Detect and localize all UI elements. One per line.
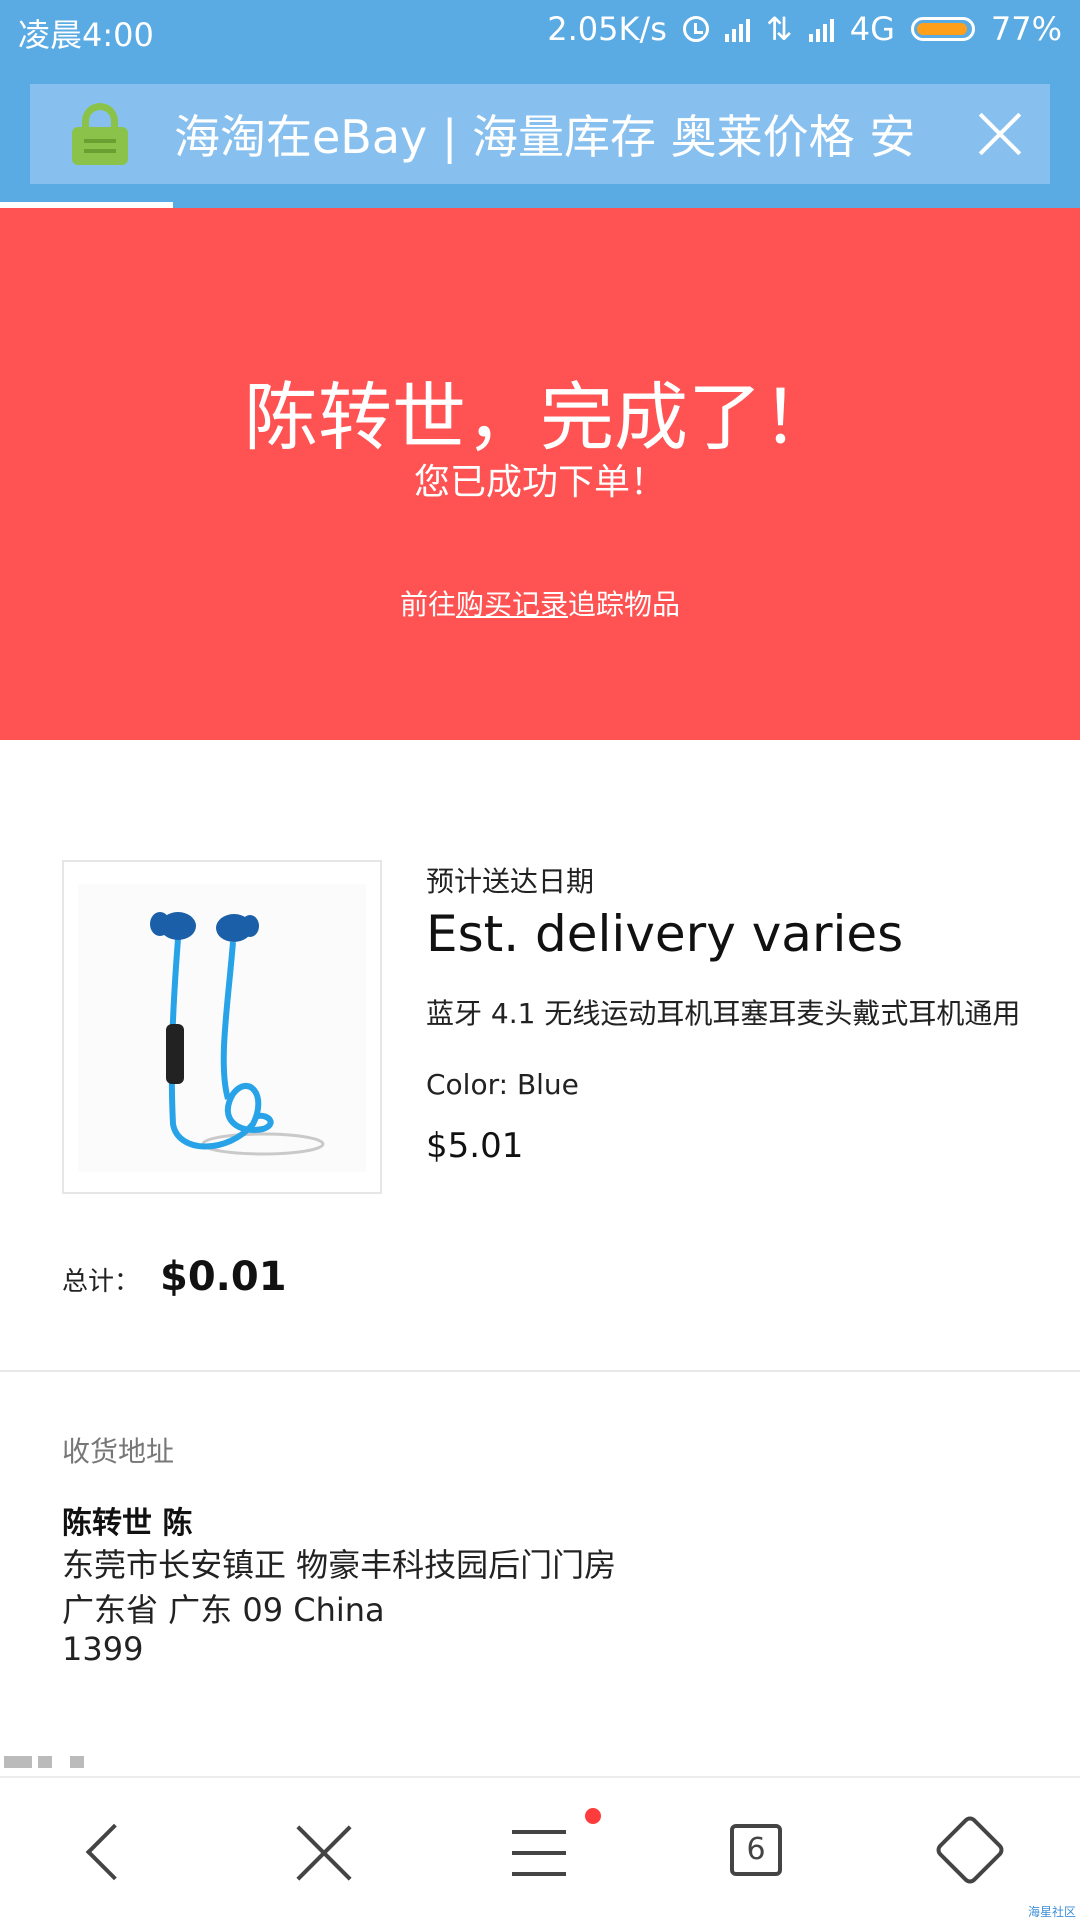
address-line-2: 广东省 广东 09 China xyxy=(62,1591,385,1629)
delivery-date-value: Est. delivery varies xyxy=(426,905,904,963)
purchase-history-link[interactable]: 购买记录 xyxy=(456,588,568,621)
tabs-icon: 6 xyxy=(730,1824,782,1876)
back-icon[interactable] xyxy=(62,1808,152,1898)
alarm-icon xyxy=(682,16,709,42)
delivery-date-label: 预计送达日期 xyxy=(426,865,595,898)
track-suffix: 追踪物品 xyxy=(568,588,681,621)
close-icon[interactable] xyxy=(976,110,1024,158)
status-indicators: 2.05K/s ⇅ 4G 77% xyxy=(547,10,1062,48)
track-prefix: 前往 xyxy=(399,588,456,621)
phone-number: 1399 xyxy=(62,1630,144,1668)
item-color: Color: Blue xyxy=(426,1068,579,1101)
shipping-address-heading: 收货地址 xyxy=(62,1435,175,1468)
tabs-button[interactable]: 6 xyxy=(712,1808,802,1898)
recipient-name: 陈转世 陈 xyxy=(62,1506,193,1541)
battery-percent: 77% xyxy=(990,10,1062,48)
network-type: 4G xyxy=(849,10,895,48)
confirmation-title: 陈转世，完成了！ xyxy=(244,375,836,461)
order-total: 总计： $0.01 xyxy=(62,1254,287,1300)
track-purchase-text: 前往购买记录追踪物品 xyxy=(0,583,1080,623)
watermark: 海星社区 xyxy=(1027,1905,1076,1919)
signal-icon xyxy=(808,16,834,42)
address-line-1: 东莞市长安镇正 物豪丰科技园后门门房 xyxy=(62,1546,617,1584)
home-icon[interactable] xyxy=(930,1808,1020,1898)
menu-icon[interactable] xyxy=(496,1808,586,1898)
page-title[interactable]: 海淘在eBay | 海量库存 奥莱价格 安 xyxy=(174,101,934,167)
total-value: $0.01 xyxy=(160,1254,287,1300)
product-image[interactable] xyxy=(62,860,382,1194)
confirmation-subtitle: 您已成功下单！ xyxy=(413,462,666,503)
total-label: 总计： xyxy=(62,1267,141,1297)
section-divider xyxy=(0,1370,1080,1372)
earphones-image xyxy=(150,912,325,1156)
close-icon[interactable] xyxy=(279,1808,369,1898)
item-title[interactable]: 蓝牙 4.1 无线运动耳机耳塞耳麦头戴式耳机通用 xyxy=(426,996,1026,1032)
notification-dot xyxy=(585,1808,601,1824)
browser-bottom-nav: 6 海星社区 xyxy=(0,1776,1080,1922)
status-bar: 凌晨4:00 2.05K/s ⇅ 4G 77% xyxy=(0,0,1080,60)
address-bar[interactable]: 海淘在eBay | 海量库存 奥莱价格 安 xyxy=(30,84,1050,184)
battery-icon xyxy=(910,17,975,41)
lock-icon xyxy=(72,103,128,165)
browser-toolbar: 海淘在eBay | 海量库存 奥莱价格 安 xyxy=(0,60,1080,208)
signal-icon xyxy=(724,16,750,42)
order-confirmation-banner: 陈转世，完成了！ 您已成功下单！ 前往购买记录追踪物品 xyxy=(0,208,1080,740)
net-speed: 2.05K/s xyxy=(547,10,667,48)
footer-marks xyxy=(0,1756,84,1768)
data-arrows-icon: ⇅ xyxy=(765,10,793,48)
item-price: $5.01 xyxy=(426,1126,524,1166)
status-time: 凌晨4:00 xyxy=(18,16,154,54)
